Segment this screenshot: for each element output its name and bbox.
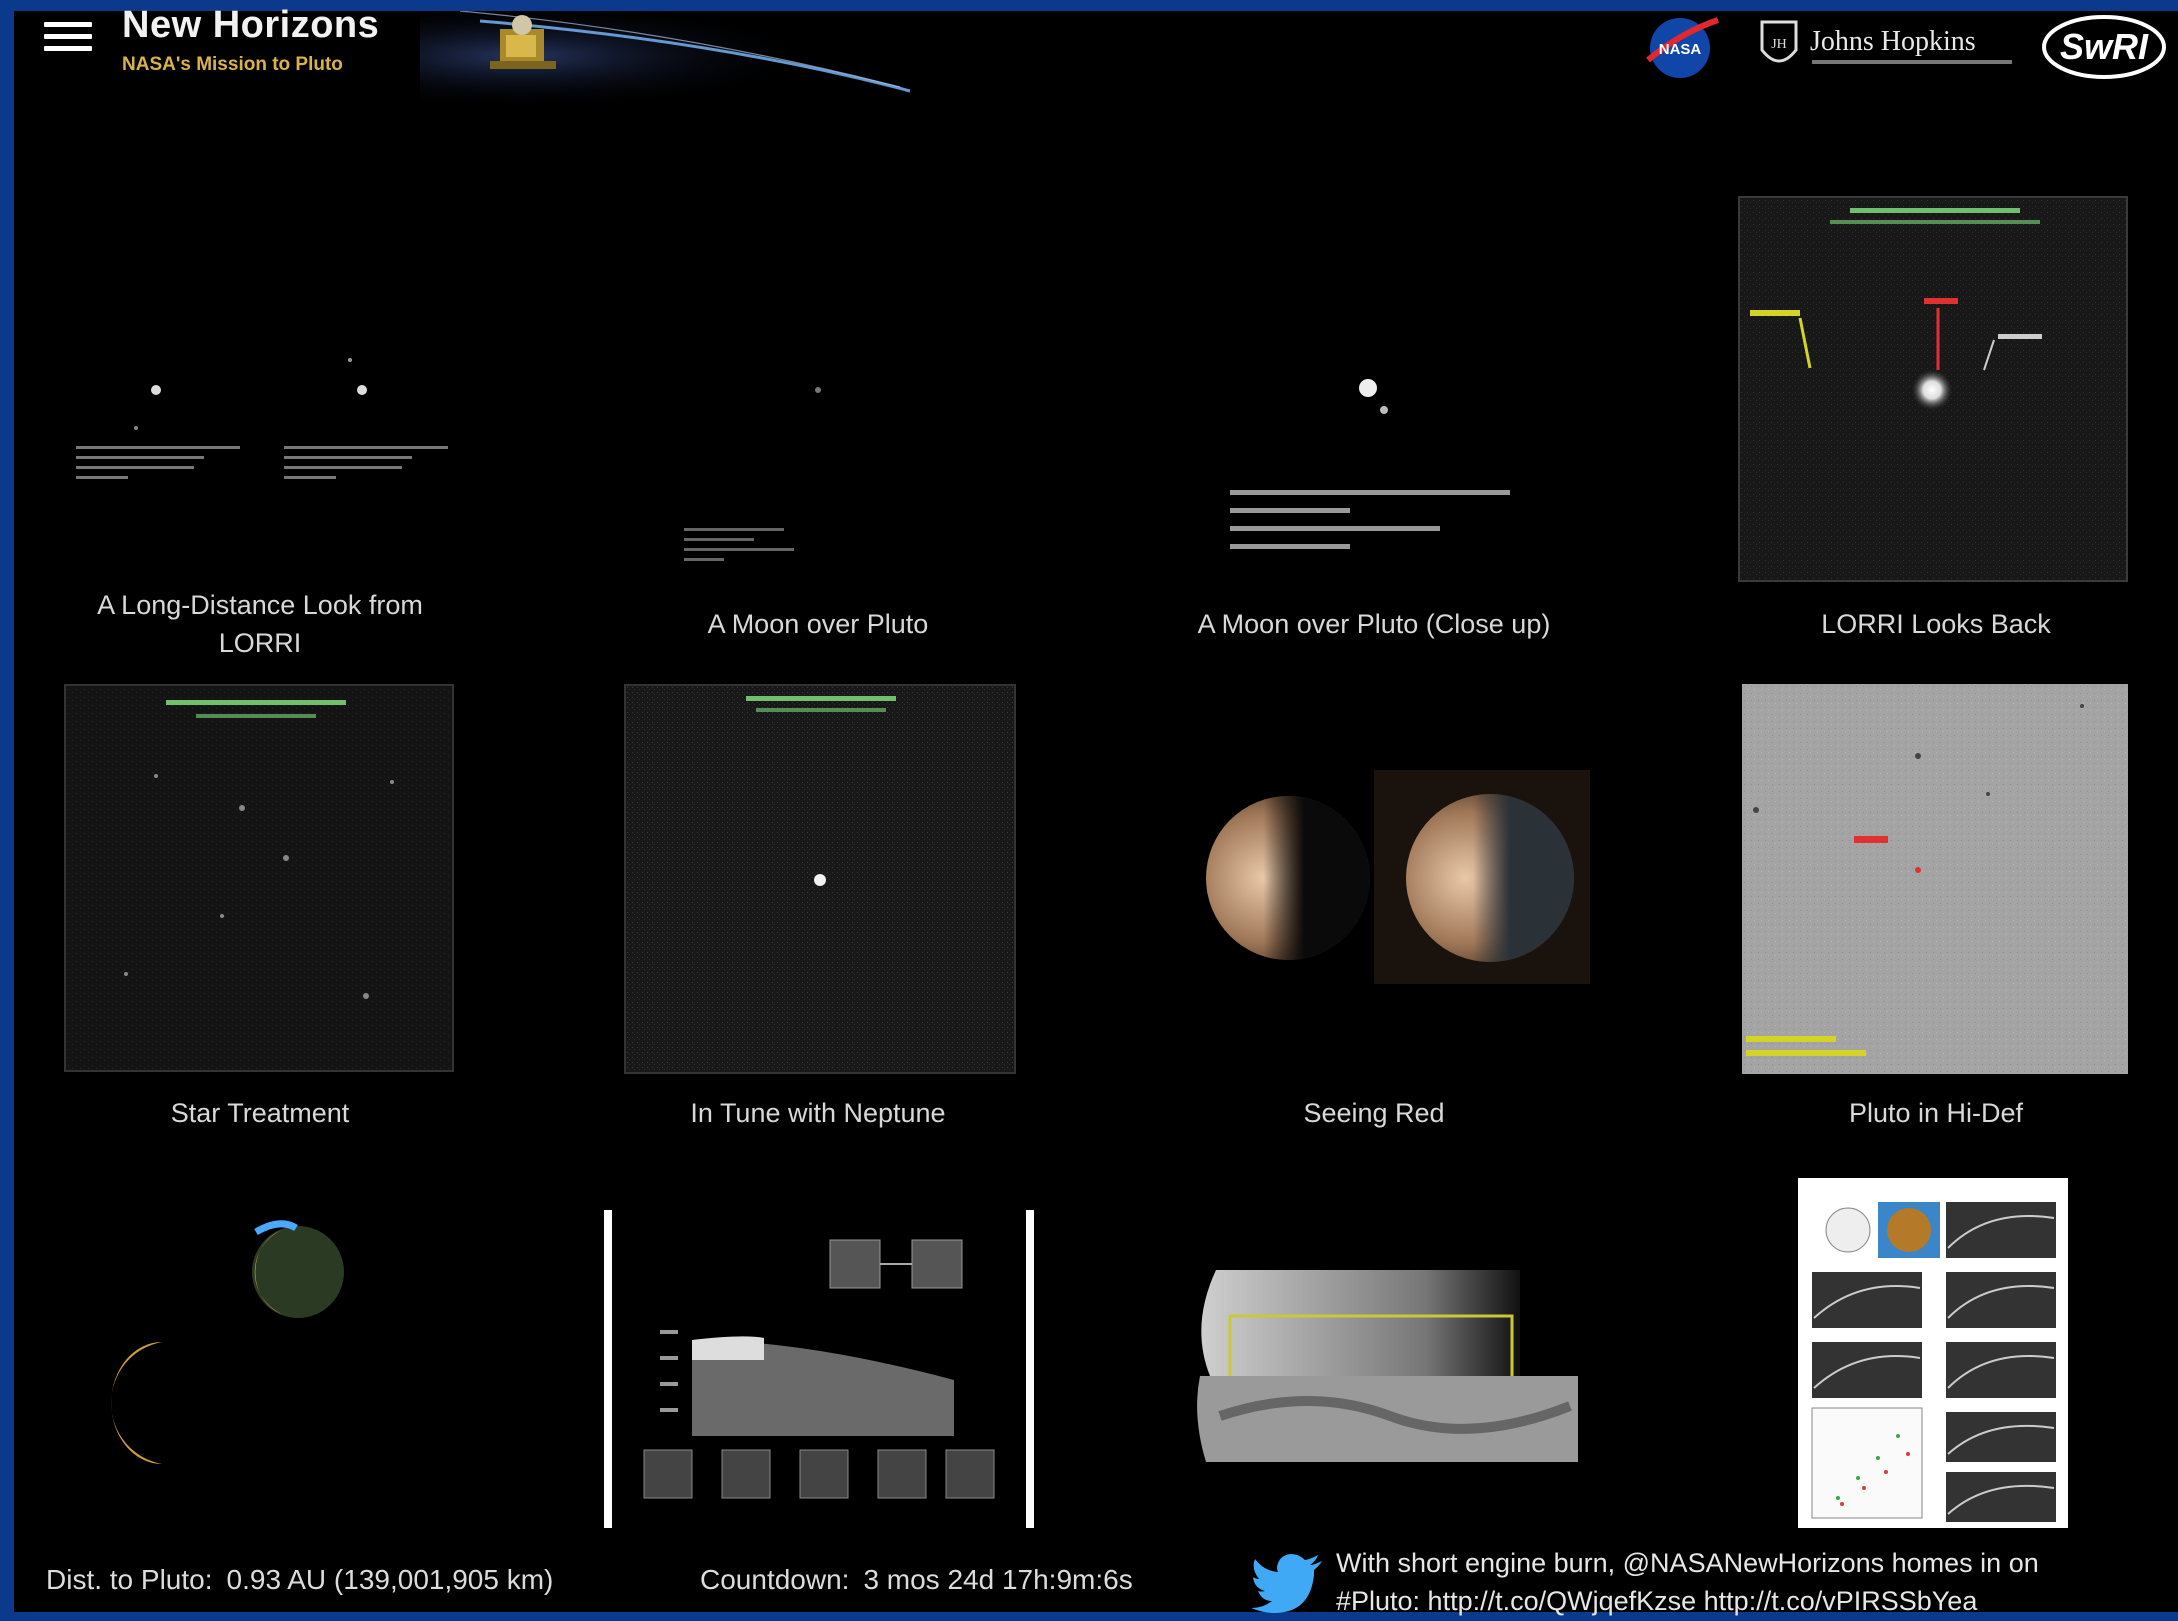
thumbnail-long-distance-look[interactable] — [62, 330, 462, 500]
nasa-logo[interactable]: NASA — [1642, 14, 1720, 80]
hamburger-menu-icon[interactable] — [44, 22, 92, 56]
twitter-bird-icon[interactable] — [1252, 1553, 1324, 1613]
svg-text:JH: JH — [1771, 37, 1787, 52]
gallery-caption[interactable]: Pluto in Hi-Def — [1726, 1094, 2146, 1132]
countdown-label: Countdown: — [700, 1564, 850, 1595]
thumbnail-figure-panels[interactable] — [1798, 1178, 2068, 1528]
distance-label: Dist. to Pluto: — [46, 1564, 213, 1595]
svg-text:SwRI: SwRI — [2060, 26, 2149, 67]
thumbnail-in-tune-with-neptune[interactable] — [624, 684, 1016, 1074]
thumbnail-star-treatment[interactable] — [64, 684, 454, 1072]
thumbnail-moon-over-pluto-close-up[interactable] — [1190, 360, 1590, 570]
spacecraft-banner-image — [420, 11, 920, 101]
countdown-value: 3 mos 24d 17h:9m:6s — [863, 1564, 1133, 1595]
gallery-caption[interactable]: Seeing Red — [1164, 1094, 1584, 1132]
johns-hopkins-logo[interactable]: JH Johns Hopkins — [1756, 14, 2026, 80]
page-subtitle: NASA's Mission to Pluto — [122, 54, 343, 75]
latest-tweet[interactable]: With short engine burn, @NASANewHorizons… — [1336, 1544, 2176, 1620]
page-title: New Horizons — [122, 4, 380, 46]
thumbnail-pluto-in-hi-def[interactable] — [1742, 684, 2128, 1074]
gallery-caption[interactable]: A Moon over Pluto (Close up) — [1164, 605, 1584, 643]
svg-text:Johns Hopkins: Johns Hopkins — [1810, 26, 1976, 57]
gallery-caption[interactable]: In Tune with Neptune — [608, 1094, 1028, 1132]
svg-text:NASA: NASA — [1659, 41, 1702, 58]
tweet-line: With short engine burn, @NASANewHorizons… — [1336, 1548, 2039, 1578]
thumbnail-seeing-red[interactable] — [1178, 770, 1594, 984]
thumbnail-lorri-looks-back[interactable] — [1738, 196, 2128, 582]
tweet-line: #Pluto: http://t.co/QWjqefKzse http://t.… — [1336, 1586, 1978, 1616]
thumbnail-crescent-moons[interactable] — [96, 1196, 446, 1496]
gallery-caption[interactable]: A Long-Distance Look from LORRI — [50, 586, 470, 662]
countdown-readout: Countdown: 3 mos 24d 17h:9m:6s — [700, 1564, 1133, 1596]
distance-readout: Dist. to Pluto: 0.93 AU (139,001,905 km) — [46, 1564, 553, 1596]
thumbnail-spectral-figure[interactable] — [604, 1210, 1034, 1528]
gallery-caption[interactable]: Star Treatment — [50, 1094, 470, 1132]
thumbnail-moon-over-pluto[interactable] — [620, 370, 1020, 570]
gallery-caption[interactable]: LORRI Looks Back — [1726, 605, 2146, 643]
distance-value: 0.93 AU (139,001,905 km) — [226, 1564, 554, 1595]
thumbnail-surface-mosaic[interactable] — [1190, 1266, 1580, 1470]
window-frame-left — [0, 0, 14, 1621]
gallery-caption[interactable]: A Moon over Pluto — [608, 605, 1028, 643]
swri-logo[interactable]: SwRI — [2040, 12, 2168, 82]
